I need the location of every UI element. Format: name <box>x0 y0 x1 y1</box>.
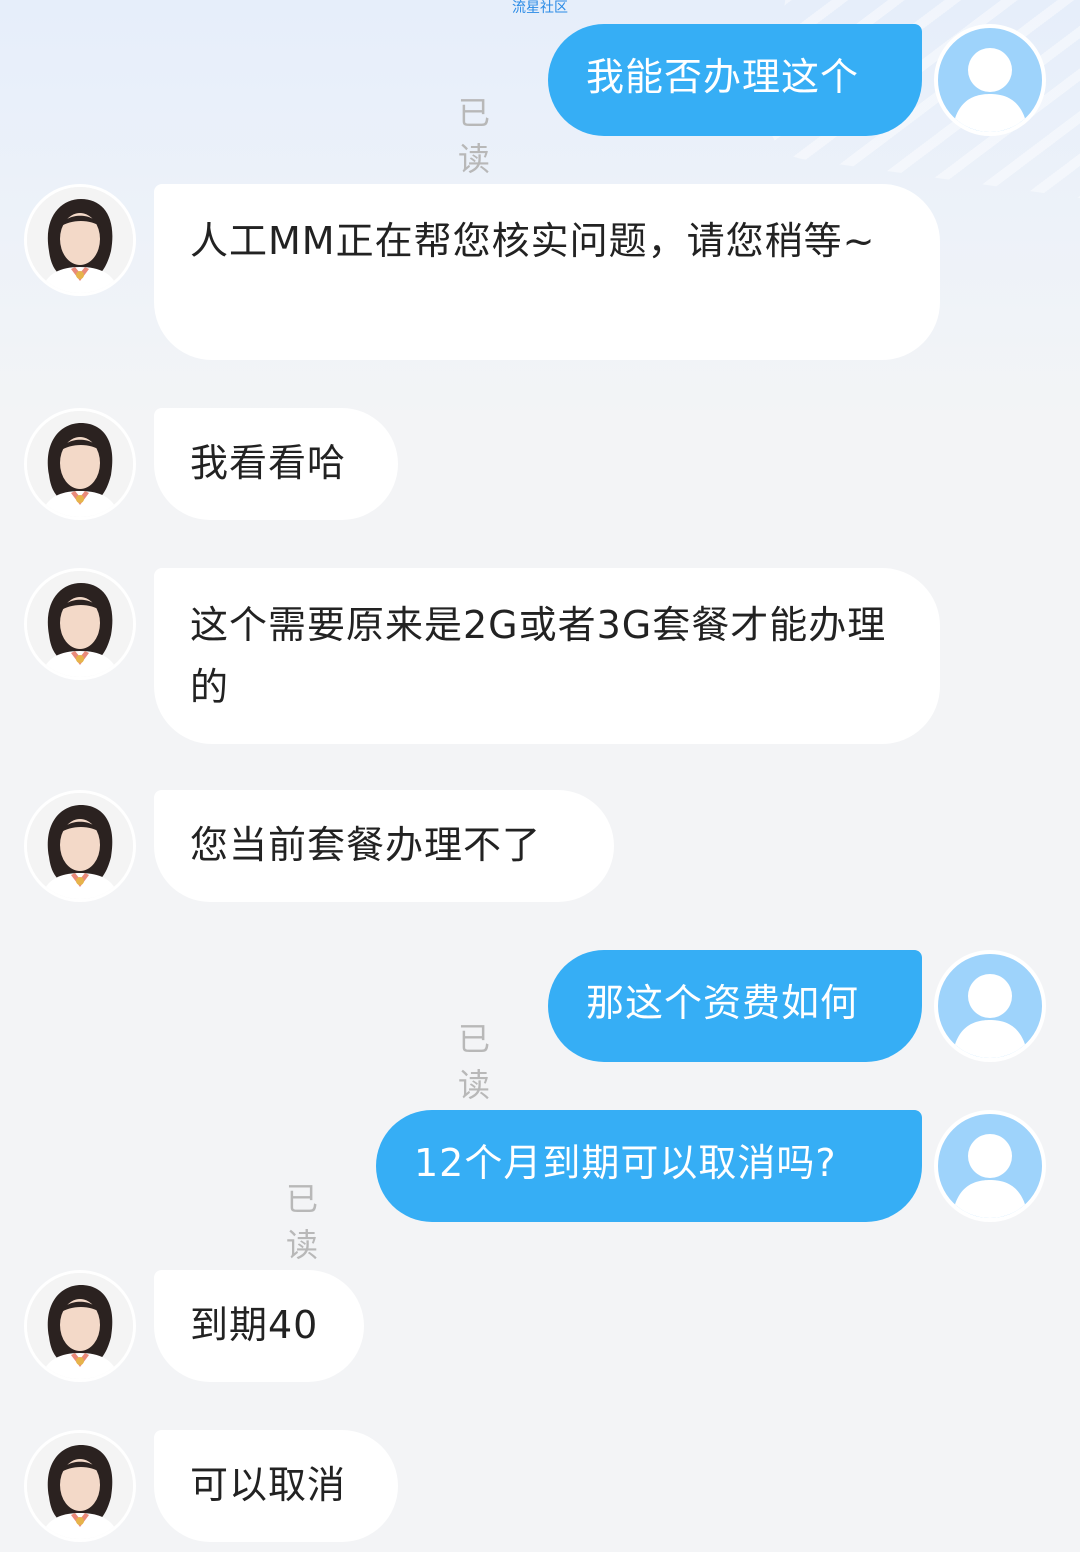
agent-avatar-icon[interactable] <box>24 790 136 902</box>
chat-bubble-agent[interactable]: 到期40 <box>154 1270 364 1382</box>
agent-avatar-icon[interactable] <box>24 408 136 520</box>
user-avatar-icon[interactable] <box>934 950 1046 1062</box>
chat-bubble-agent[interactable]: 人工MM正在帮您核实问题，请您稍等~ <box>154 184 940 360</box>
agent-avatar-icon[interactable] <box>24 184 136 296</box>
chat-bubble-agent[interactable]: 这个需要原来是2G或者3G套餐才能办理的 <box>154 568 940 744</box>
user-avatar-icon[interactable] <box>934 1110 1046 1222</box>
watermark-text: 流星社区 <box>512 0 568 16</box>
agent-avatar-icon[interactable] <box>24 568 136 680</box>
agent-avatar-icon[interactable] <box>24 1270 136 1382</box>
chat-bubble-user[interactable]: 12个月到期可以取消吗? <box>376 1110 922 1222</box>
chat-bubble-user[interactable]: 我能否办理这个 <box>548 24 922 136</box>
chat-bubble-user[interactable]: 那这个资费如何 <box>548 950 922 1062</box>
chat-bubble-agent[interactable]: 您当前套餐办理不了 <box>154 790 614 902</box>
agent-avatar-icon[interactable] <box>24 1430 136 1542</box>
read-receipt: 已读 <box>458 94 492 178</box>
read-receipt: 已读 <box>286 1180 320 1264</box>
chat-bubble-agent[interactable]: 可以取消 <box>154 1430 398 1542</box>
user-avatar-icon[interactable] <box>934 24 1046 136</box>
chat-bubble-agent[interactable]: 我看看哈 <box>154 408 398 520</box>
read-receipt: 已读 <box>458 1020 492 1104</box>
